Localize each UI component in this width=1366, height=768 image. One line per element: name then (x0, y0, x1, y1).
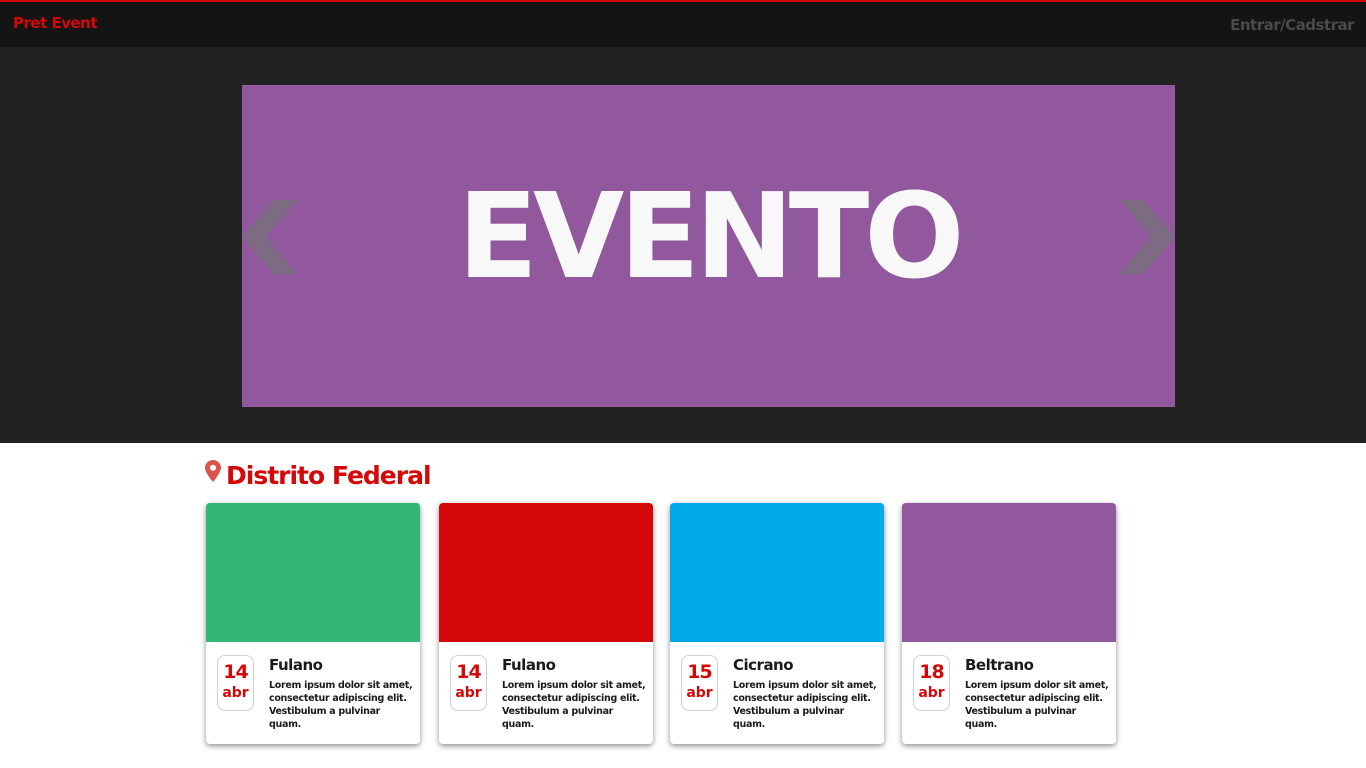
event-card-title[interactable]: Cicrano (733, 656, 794, 674)
event-date-month: abr (918, 685, 945, 701)
event-card-description: Lorem ipsum dolor sit amet, consectetur … (269, 680, 413, 730)
login-signup-link[interactable]: Entrar/Cadstrar (1230, 16, 1354, 34)
event-date-day: 14 (456, 661, 481, 683)
event-card-title[interactable]: Fulano (502, 656, 556, 674)
event-card-image[interactable] (439, 503, 653, 642)
section-header: Distrito Federal (205, 458, 432, 492)
event-card[interactable]: 14 abr Fulano Lorem ipsum dolor sit amet, c… (439, 503, 653, 744)
event-date-badge: 14 abr (217, 655, 254, 711)
event-card-description: Lorem ipsum dolor sit amet, consectetur … (502, 680, 646, 730)
chevron-left-icon (242, 200, 297, 274)
event-date-day: 14 (223, 661, 248, 683)
event-date-month: abr (455, 685, 482, 701)
event-card-description: Lorem ipsum dolor sit amet, consectetur … (965, 680, 1109, 730)
event-date-badge: 15 abr (681, 655, 718, 711)
slide-title: EVENTO (457, 167, 964, 305)
event-card-image[interactable] (670, 503, 884, 642)
brand-logo-link[interactable]: Pret Event (13, 14, 98, 32)
map-pin-icon (205, 460, 221, 482)
event-date-day: 18 (919, 661, 944, 683)
carousel-prev-button[interactable] (242, 200, 300, 274)
event-date-badge: 18 abr (913, 655, 950, 711)
hero-carousel: EVENTO (0, 47, 1366, 443)
carousel-slide[interactable]: EVENTO (242, 85, 1175, 407)
event-card[interactable]: 18 abr Beltrano Lorem ipsum dolor sit amet,… (902, 503, 1116, 744)
event-date-day: 15 (687, 661, 712, 683)
event-card-image[interactable] (902, 503, 1116, 642)
event-card[interactable]: 14 abr Fulano Lorem ipsum dolor sit amet, c… (206, 503, 420, 744)
event-date-badge: 14 abr (450, 655, 487, 711)
event-date-month: abr (686, 685, 713, 701)
carousel-next-button[interactable] (1117, 200, 1175, 274)
event-card-image[interactable] (206, 503, 420, 642)
event-card[interactable]: 15 abr Cicrano Lorem ipsum dolor sit amet, … (670, 503, 884, 744)
event-date-month: abr (222, 685, 249, 701)
top-navbar: Pret Event Entrar/Cadstrar (0, 0, 1366, 47)
event-card-description: Lorem ipsum dolor sit amet, consectetur … (733, 680, 877, 730)
section-title: Distrito Federal (226, 460, 432, 490)
chevron-right-icon (1120, 200, 1175, 274)
event-card-title[interactable]: Fulano (269, 656, 323, 674)
event-card-title[interactable]: Beltrano (965, 656, 1034, 674)
